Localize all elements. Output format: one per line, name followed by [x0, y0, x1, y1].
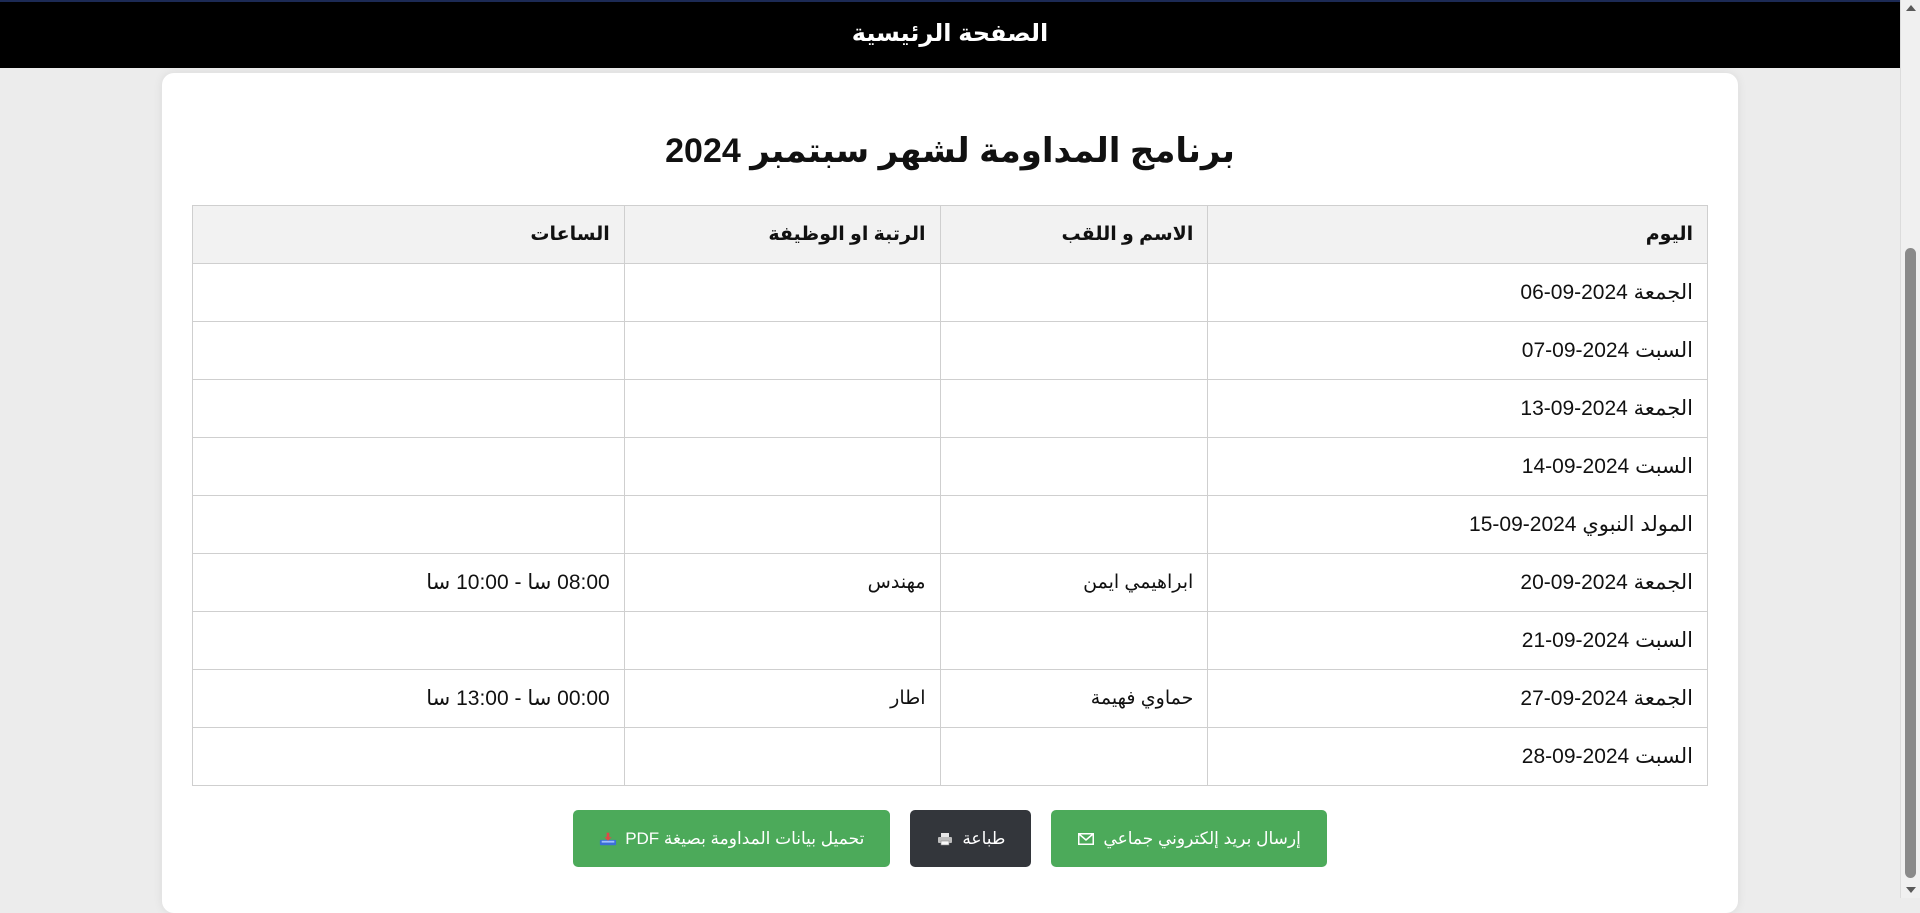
- column-header-hours: الساعات: [192, 205, 625, 264]
- cell-name: [939, 727, 1209, 786]
- table-row: الجمعة 2024-09-06: [192, 263, 1708, 322]
- content-card: برنامج المداومة لشهر سبتمبر 2024 اليوم ا…: [162, 73, 1738, 913]
- column-header-day: اليوم: [1207, 205, 1708, 264]
- cell-name: [939, 321, 1209, 380]
- print-label: طباعة: [962, 828, 1006, 848]
- table-row: السبت 2024-09-07: [192, 321, 1708, 380]
- table-row: الجمعة 2024-09-20 ابراهيمي ايمن مهندس 08…: [192, 553, 1708, 612]
- cell-hours: [192, 495, 625, 554]
- cell-day: الجمعة 2024-09-13: [1207, 379, 1708, 438]
- cell-rank: مهندس: [623, 553, 941, 612]
- table-row: السبت 2024-09-14: [192, 437, 1708, 496]
- download-pdf-label: تحميل بيانات المداومة بصيغة PDF: [625, 828, 865, 848]
- cell-day: السبت 2024-09-28: [1207, 727, 1708, 786]
- cell-hours: 08:00 سا - 10:00 سا: [192, 553, 625, 612]
- cell-rank: [623, 495, 941, 554]
- cell-name: [939, 495, 1209, 554]
- duty-schedule-table: اليوم الاسم و اللقب الرتبة او الوظيفة ال…: [192, 205, 1708, 786]
- cell-hours: [192, 727, 625, 786]
- cell-hours: 00:00 سا - 13:00 سا: [192, 669, 625, 728]
- cell-name: [939, 379, 1209, 438]
- cell-day: المولد النبوي 2024-09-15: [1207, 495, 1708, 554]
- cell-hours: [192, 263, 625, 322]
- cell-name: [939, 437, 1209, 496]
- table-row: السبت 2024-09-28: [192, 727, 1708, 786]
- vertical-scrollbar[interactable]: [1900, 0, 1920, 898]
- cell-rank: [623, 263, 941, 322]
- cell-name: ابراهيمي ايمن: [939, 553, 1209, 612]
- cell-rank: [623, 727, 941, 786]
- send-bulk-email-label: إرسال بريد إلكتروني جماعي: [1103, 828, 1301, 848]
- cell-day: الجمعة 2024-09-27: [1207, 669, 1708, 728]
- action-buttons: إرسال بريد إلكتروني جماعي طباعة تحميل بي…: [162, 810, 1738, 867]
- table-row: الجمعة 2024-09-13: [192, 379, 1708, 438]
- cell-rank: [623, 321, 941, 380]
- cell-hours: [192, 611, 625, 670]
- column-header-name: الاسم و اللقب: [939, 205, 1209, 264]
- cell-hours: [192, 321, 625, 380]
- cell-rank: [623, 611, 941, 670]
- cell-name: [939, 263, 1209, 322]
- cell-day: السبت 2024-09-21: [1207, 611, 1708, 670]
- scroll-down-arrow-icon[interactable]: [1906, 887, 1916, 893]
- download-pdf-button[interactable]: تحميل بيانات المداومة بصيغة PDF: [573, 810, 891, 867]
- cell-name: حماوي فهيمة: [939, 669, 1209, 728]
- table-row: الجمعة 2024-09-27 حماوي فهيمة اطار 00:00…: [192, 669, 1708, 728]
- scroll-up-arrow-icon[interactable]: [1906, 5, 1916, 11]
- print-button[interactable]: طباعة: [910, 810, 1032, 867]
- home-link[interactable]: الصفحة الرئيسية: [852, 19, 1048, 48]
- cell-hours: [192, 437, 625, 496]
- cell-rank: [623, 379, 941, 438]
- top-navbar: الصفحة الرئيسية: [0, 0, 1900, 68]
- cell-day: السبت 2024-09-14: [1207, 437, 1708, 496]
- table-row: السبت 2024-09-21: [192, 611, 1708, 670]
- cell-day: الجمعة 2024-09-06: [1207, 263, 1708, 322]
- cell-day: الجمعة 2024-09-20: [1207, 553, 1708, 612]
- cell-name: [939, 611, 1209, 670]
- scrollbar-thumb[interactable]: [1905, 248, 1916, 878]
- page-title: برنامج المداومة لشهر سبتمبر 2024: [665, 132, 1235, 170]
- printer-icon: [936, 831, 954, 847]
- table-row: المولد النبوي 2024-09-15: [192, 495, 1708, 554]
- envelope-icon: [1077, 831, 1095, 847]
- column-header-rank: الرتبة او الوظيفة: [623, 205, 941, 264]
- cell-day: السبت 2024-09-07: [1207, 321, 1708, 380]
- table-header-row: اليوم الاسم و اللقب الرتبة او الوظيفة ال…: [192, 205, 1708, 264]
- cell-rank: [623, 437, 941, 496]
- download-tray-icon: [599, 831, 617, 847]
- cell-rank: اطار: [623, 669, 941, 728]
- send-bulk-email-button[interactable]: إرسال بريد إلكتروني جماعي: [1051, 810, 1327, 867]
- cell-hours: [192, 379, 625, 438]
